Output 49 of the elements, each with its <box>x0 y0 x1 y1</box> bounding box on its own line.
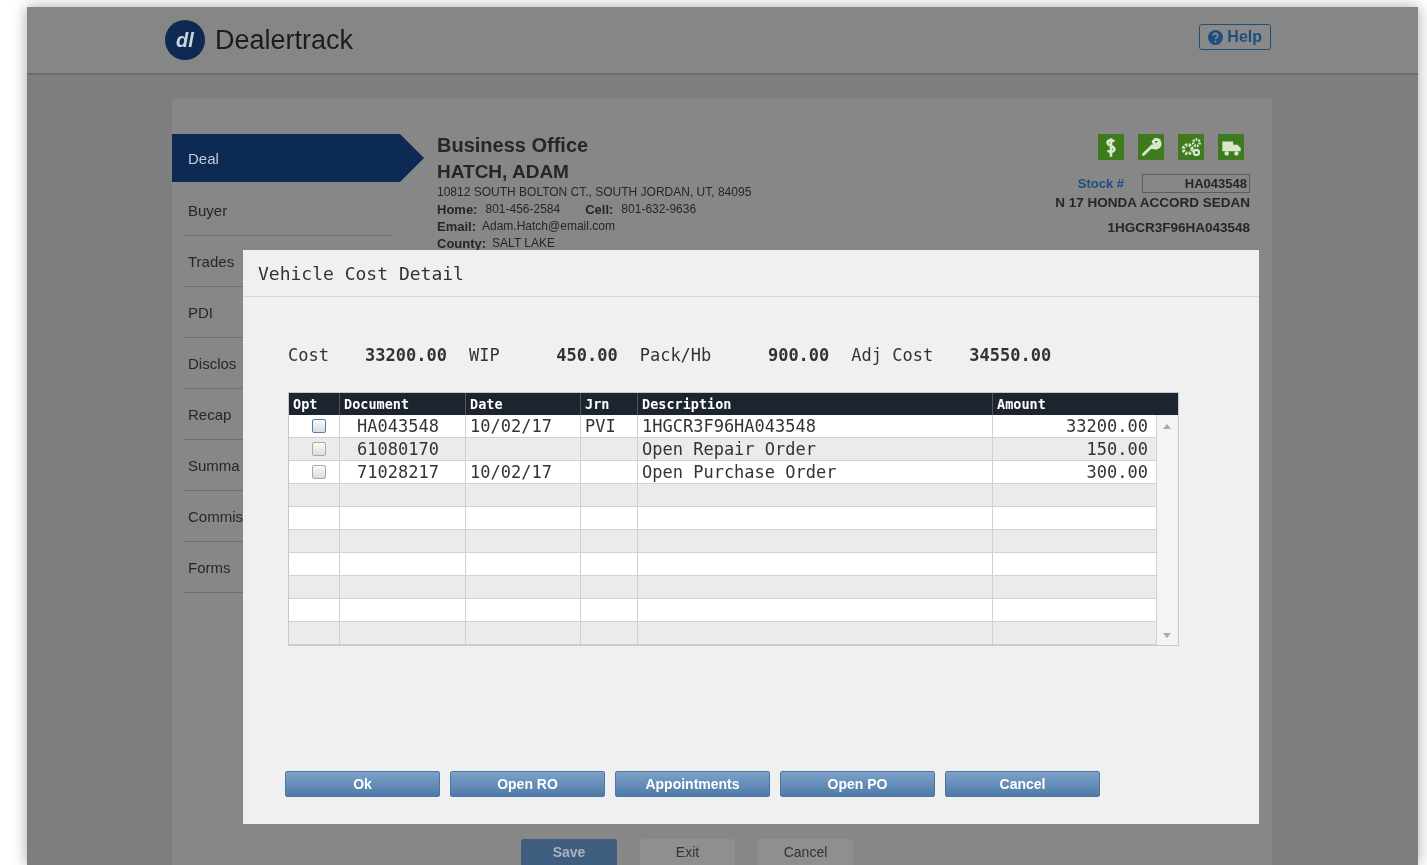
checkbox[interactable] <box>312 419 326 433</box>
customer-name: HATCH, ADAM <box>437 161 570 183</box>
county-value: SALT LAKE <box>492 236 556 251</box>
office-title: Business Office <box>437 134 590 157</box>
scroll-down-icon[interactable] <box>1163 633 1171 639</box>
summary-value: 33200.00 <box>364 345 447 365</box>
phone-label: Home: <box>437 202 478 217</box>
summary-label: Cost <box>288 345 329 365</box>
checkbox[interactable] <box>312 442 326 456</box>
summary-value: 450.00 <box>555 345 618 365</box>
summary-label: Adj Cost <box>851 345 934 365</box>
footer-button[interactable]: Exit <box>640 839 735 865</box>
help-button[interactable]: Help <box>1199 24 1271 50</box>
dollar-icon[interactable] <box>1098 134 1124 160</box>
stock-field: HA043548 <box>1142 174 1250 193</box>
summary-label: WIP <box>468 345 500 365</box>
email-value: Adam.Hatch@email.com <box>482 219 615 234</box>
sidebar-item[interactable]: Buyer <box>183 185 393 236</box>
summary-value: 34550.00 <box>968 345 1052 365</box>
vehicle-description: N 17 HONDA ACCORD SEDAN <box>1055 195 1250 210</box>
phone-value: 801-632-9636 <box>621 202 697 217</box>
phone-label: Cell: <box>585 202 614 217</box>
logo-text: Dealertrack <box>215 24 354 56</box>
column-header: Amount <box>996 395 1047 414</box>
dialog-title: Vehicle Cost Detail <box>243 250 1259 297</box>
email-label: Email: <box>437 219 476 234</box>
phone-value: 801-456-2584 <box>485 202 561 217</box>
footer-button[interactable]: Cancel <box>758 839 853 865</box>
summary-value: 900.00 <box>766 345 830 365</box>
help-icon <box>1208 29 1224 45</box>
logo-mark: dl <box>165 20 205 60</box>
address-text: 10812 SOUTH BOLTON CT., SOUTH JORDAN, UT, 84095 <box>437 185 752 200</box>
dialog-button[interactable]: Cancel <box>945 771 1100 797</box>
dialog-button[interactable]: Ok <box>285 771 440 797</box>
scroll-up-icon[interactable] <box>1163 423 1171 429</box>
checkbox[interactable] <box>312 465 326 479</box>
stock-label: Stock # <box>1077 176 1124 191</box>
wrench-icon[interactable] <box>1138 134 1164 160</box>
dialog-button[interactable]: Appointments <box>615 771 770 797</box>
dialog-button[interactable]: Open RO <box>450 771 605 797</box>
gears-icon[interactable] <box>1178 134 1204 160</box>
vin-text: 1HGCR3F96HA043548 <box>1107 220 1250 235</box>
county-label: County: <box>437 236 487 251</box>
truck-icon[interactable] <box>1218 134 1244 160</box>
summary-label: Pack/Hb <box>639 345 712 365</box>
save-button[interactable]: Save <box>521 839 617 865</box>
scrollbar-track[interactable] <box>1157 415 1177 645</box>
dialog-button[interactable]: Open PO <box>780 771 935 797</box>
sidebar-item[interactable]: Deal <box>172 134 424 182</box>
